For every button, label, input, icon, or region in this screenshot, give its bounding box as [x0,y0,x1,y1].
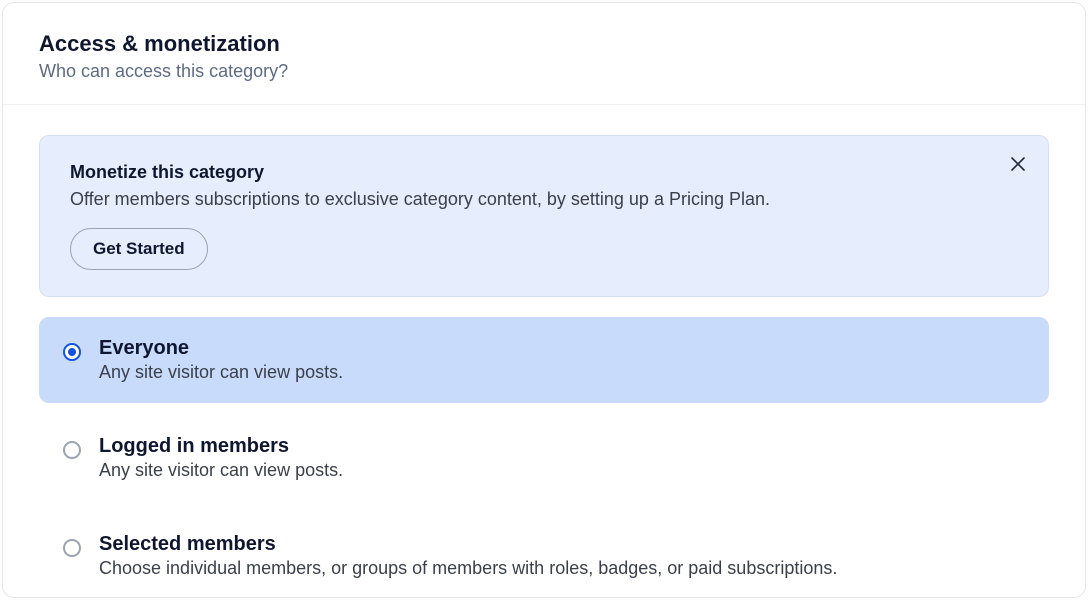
get-started-button[interactable]: Get Started [70,228,208,270]
option-text: Selected members Choose individual membe… [99,533,1025,579]
banner-title: Monetize this category [70,162,1018,183]
option-title: Everyone [99,337,1025,360]
radio-indicator [63,343,81,361]
option-title: Selected members [99,533,1025,556]
option-selected-members[interactable]: Selected members Choose individual membe… [39,513,1049,599]
option-text: Everyone Any site visitor can view posts… [99,337,1025,383]
option-description: Any site visitor can view posts. [99,362,1025,383]
option-title: Logged in members [99,435,1025,458]
radio-indicator [63,441,81,459]
close-icon [1011,157,1025,171]
card-body: Monetize this category Offer members sub… [3,105,1085,599]
radio-indicator [63,539,81,557]
option-description: Choose individual members, or groups of … [99,558,1025,579]
banner-description: Offer members subscriptions to exclusive… [70,189,1018,210]
option-description: Any site visitor can view posts. [99,460,1025,481]
page-subtitle: Who can access this category? [39,61,1049,82]
radio-dot-icon [68,348,76,356]
option-text: Logged in members Any site visitor can v… [99,435,1025,481]
page-title: Access & monetization [39,31,1049,57]
option-everyone[interactable]: Everyone Any site visitor can view posts… [39,317,1049,403]
card-header: Access & monetization Who can access thi… [3,3,1085,105]
close-banner-button[interactable] [1008,154,1028,174]
monetize-banner: Monetize this category Offer members sub… [39,135,1049,297]
option-logged-in-members[interactable]: Logged in members Any site visitor can v… [39,415,1049,501]
settings-card: Access & monetization Who can access thi… [2,2,1086,598]
